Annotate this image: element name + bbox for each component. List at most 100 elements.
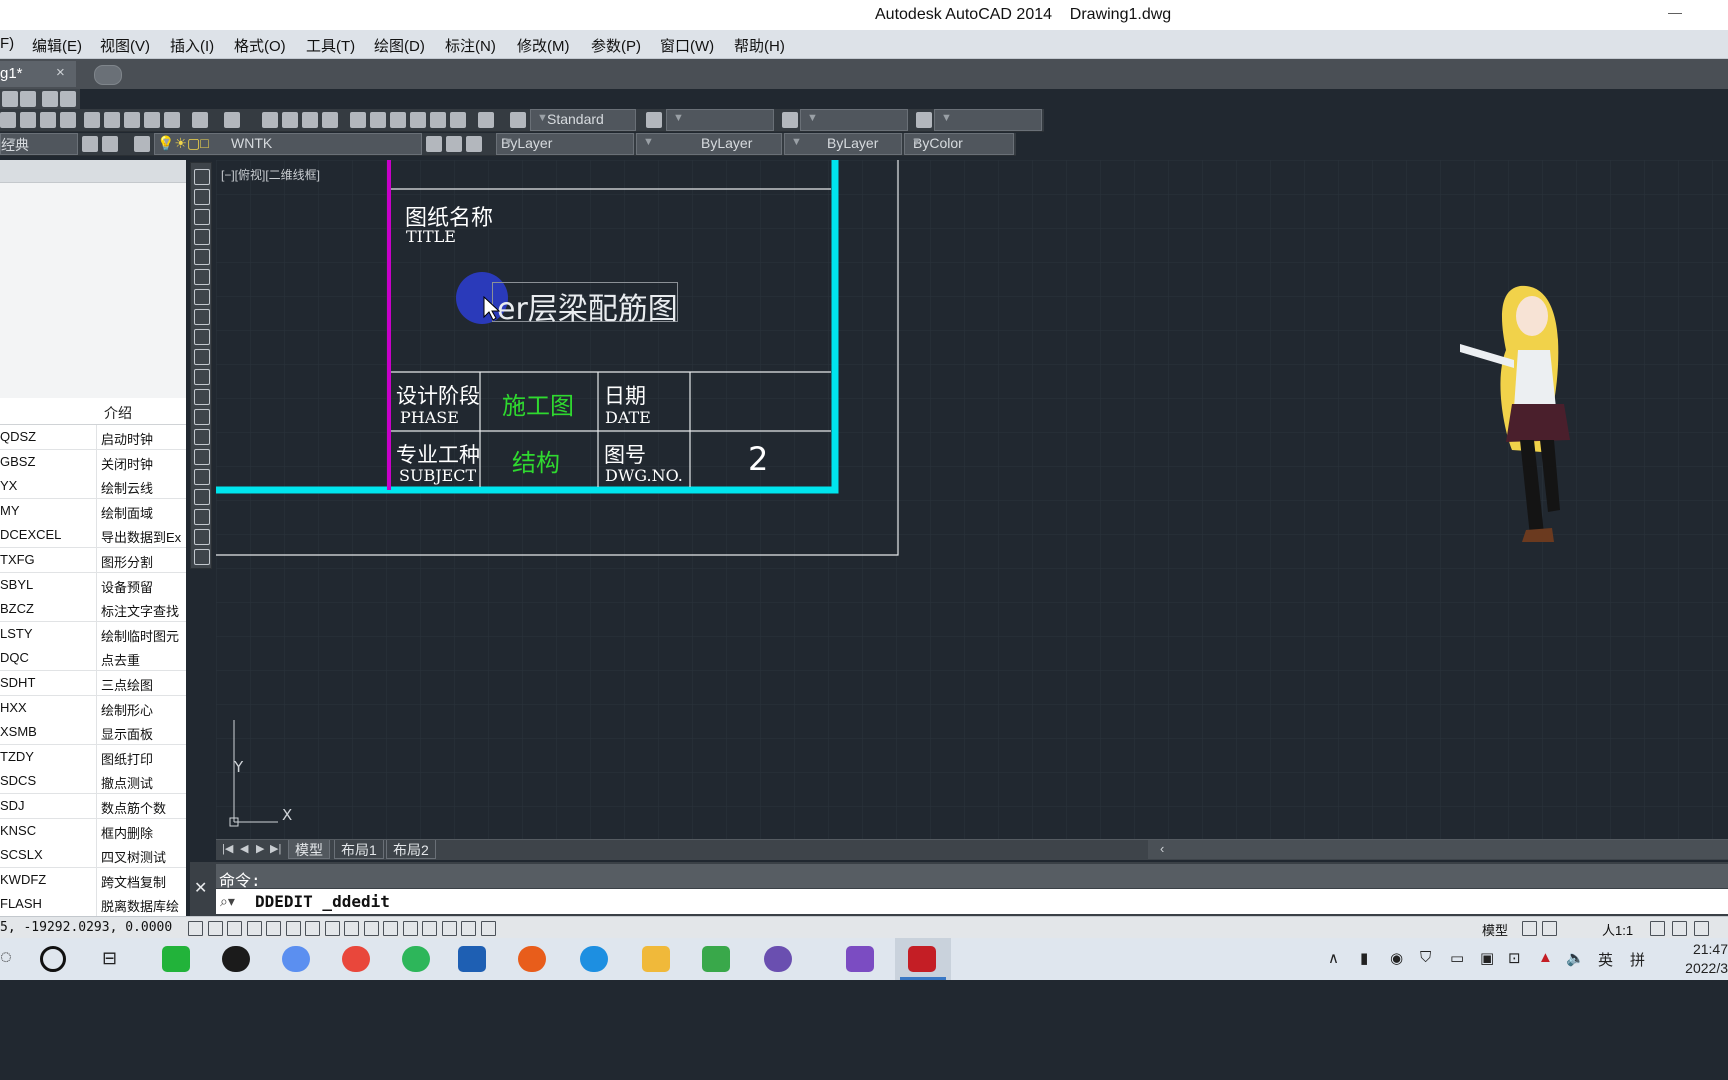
network-icon[interactable]: ▣: [1480, 949, 1494, 967]
menu-window[interactable]: 窗口(W): [660, 35, 714, 56]
properties-icon[interactable]: [350, 112, 366, 128]
draw-tool-icon[interactable]: [194, 489, 210, 505]
horizontal-scrollbar[interactable]: ‹: [1148, 840, 1728, 859]
viewport-toggle-icon[interactable]: [1542, 921, 1557, 936]
volume-icon[interactable]: 🔈: [1566, 949, 1585, 967]
menu-draw[interactable]: 绘图(D): [374, 35, 425, 56]
text-edit-box[interactable]: er层梁配筋图: [492, 282, 678, 327]
ime-language[interactable]: 英: [1598, 949, 1613, 970]
shield-icon[interactable]: ⛉: [1420, 949, 1431, 966]
menu-tools[interactable]: 工具(T): [306, 35, 355, 56]
drafting-toggle-icon[interactable]: [480, 921, 496, 936]
command-icon[interactable]: ⌕▾: [220, 893, 235, 910]
draw-tool-icon[interactable]: [194, 429, 210, 445]
next-layout-icon[interactable]: ▶: [256, 842, 264, 855]
table-row[interactable]: SDCS 撤点测试: [0, 769, 186, 795]
color-select[interactable]: ByLayer ▼: [496, 133, 634, 155]
menu-format[interactable]: 格式(O): [234, 35, 286, 56]
tab-layout1[interactable]: 布局1: [334, 840, 384, 859]
menu-insert[interactable]: 插入(I): [170, 35, 214, 56]
draw-tool-icon[interactable]: [194, 409, 210, 425]
status-tray-icon[interactable]: [1672, 921, 1687, 936]
viewport-label[interactable]: [−][俯视][二维线框]: [221, 166, 320, 183]
last-layout-icon[interactable]: ▶|: [270, 842, 281, 855]
calculator-icon[interactable]: [450, 112, 466, 128]
tool-icon[interactable]: [20, 91, 36, 107]
new-tab-button[interactable]: [94, 65, 122, 85]
table-row[interactable]: KWDFZ 跨文档复制: [0, 867, 186, 893]
draw-tool-icon[interactable]: [194, 529, 210, 545]
draw-tool-icon[interactable]: [194, 229, 210, 245]
teamviewer-icon[interactable]: [580, 946, 608, 972]
drafting-toggle-icon[interactable]: [266, 921, 281, 936]
workspace-settings-icon[interactable]: [102, 136, 118, 152]
table-row[interactable]: DQC 点去重: [0, 646, 186, 672]
zoom-icon[interactable]: [282, 112, 298, 128]
copy-icon[interactable]: [104, 112, 120, 128]
table-style-select[interactable]: ▼: [800, 109, 908, 131]
command-input[interactable]: ⌕▾ DDEDIT _ddedit: [216, 889, 1728, 914]
cut-icon[interactable]: [84, 112, 100, 128]
lineweight-select[interactable]: ByLayer ▼: [784, 133, 902, 155]
zoom-previous-icon[interactable]: [322, 112, 338, 128]
table-row[interactable]: TXFG 图形分割: [0, 548, 186, 573]
drafting-toggle-icon[interactable]: [383, 921, 398, 936]
design-center-icon[interactable]: [370, 112, 386, 128]
new-icon[interactable]: [0, 112, 16, 128]
table-row[interactable]: DCEXCEL 导出数据到Ex: [0, 523, 186, 549]
multileader-style-icon[interactable]: [916, 112, 932, 128]
drafting-toggle-icon[interactable]: [246, 921, 262, 936]
drafting-toggle-icon[interactable]: [207, 921, 223, 936]
draw-tool-icon[interactable]: [194, 469, 210, 485]
plotstyle-select[interactable]: ByColor ▼: [904, 133, 1014, 155]
model-space-toggle[interactable]: 模型: [1482, 920, 1508, 939]
table-row[interactable]: QDSZ 启动时钟: [0, 425, 186, 450]
first-layout-icon[interactable]: |◀: [222, 842, 233, 855]
print-icon[interactable]: [60, 112, 76, 128]
search-icon[interactable]: ◌: [0, 946, 12, 969]
qq-icon[interactable]: [222, 946, 250, 972]
layer-select[interactable]: 💡☀▢□ WNTK ▼: [154, 133, 422, 155]
draw-tool-icon[interactable]: [194, 249, 210, 265]
table-row[interactable]: MY 绘制面域: [0, 498, 186, 524]
open-icon[interactable]: [20, 112, 36, 128]
draw-tool-icon[interactable]: [194, 289, 210, 305]
coordinates-readout[interactable]: 5, -19292.0293, 0.0000: [0, 920, 172, 935]
table-row[interactable]: XSMB 显示面板: [0, 720, 186, 746]
drafting-toggle-icon[interactable]: [285, 921, 301, 936]
table-row[interactable]: YX 绘制云线: [0, 474, 186, 500]
table-row[interactable]: KNSC 框内删除: [0, 818, 186, 844]
gear-icon[interactable]: [82, 136, 98, 152]
app-icon[interactable]: [518, 946, 546, 972]
close-icon[interactable]: ✕: [194, 878, 207, 898]
autocad-icon[interactable]: [908, 946, 936, 972]
drafting-toggle-icon[interactable]: [188, 921, 203, 936]
layer-previous-icon[interactable]: [446, 136, 462, 152]
tray-app-icon[interactable]: ⊡: [1508, 949, 1521, 967]
scroll-left-icon[interactable]: ‹: [1160, 841, 1164, 856]
table-row[interactable]: GBSZ 关闭时钟: [0, 449, 186, 475]
close-icon[interactable]: ×: [56, 64, 65, 81]
file-explorer-icon[interactable]: [642, 946, 670, 972]
drafting-toggle-icon[interactable]: [441, 921, 457, 936]
draw-tool-icon[interactable]: [194, 269, 210, 285]
tool-icon[interactable]: [2, 91, 18, 107]
draw-tool-icon[interactable]: [194, 389, 210, 405]
tool-palette-icon[interactable]: [390, 112, 406, 128]
chevron-up-icon[interactable]: ∧: [1328, 949, 1339, 967]
menu-file[interactable]: F): [0, 35, 14, 52]
prev-layout-icon[interactable]: ◀: [240, 842, 248, 855]
task-view-icon[interactable]: ⊟: [102, 948, 117, 969]
drafting-toggle-icon[interactable]: [305, 921, 320, 936]
menu-help[interactable]: 帮助(H): [734, 35, 785, 56]
linetype-select[interactable]: ByLayer ▼: [636, 133, 782, 155]
markup-icon[interactable]: [430, 112, 446, 128]
menu-modify[interactable]: 修改(M): [517, 35, 570, 56]
minimize-icon[interactable]: —: [1668, 4, 1682, 20]
app-icon[interactable]: [702, 946, 730, 972]
tool-icon[interactable]: [42, 91, 58, 107]
draw-tool-icon[interactable]: [194, 349, 210, 365]
cortana-icon[interactable]: [40, 946, 66, 972]
undo-icon[interactable]: [192, 112, 208, 128]
redo-icon[interactable]: [224, 112, 240, 128]
